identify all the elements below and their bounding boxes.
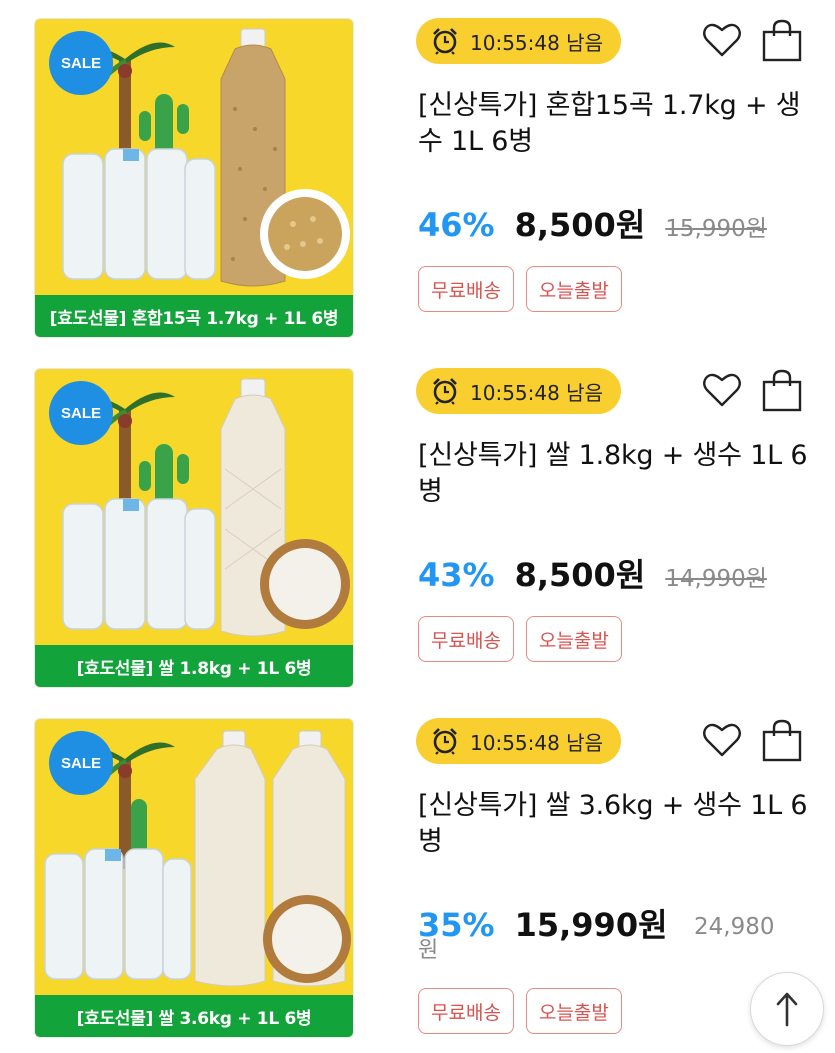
heart-icon[interactable] — [700, 368, 744, 412]
shopping-bag-icon[interactable] — [760, 18, 804, 62]
sale-badge: SALE — [49, 31, 113, 95]
sale-badge: SALE — [49, 381, 113, 445]
alarm-clock-icon — [433, 28, 457, 55]
alarm-clock-icon — [433, 378, 457, 405]
discount-rate: 43% — [418, 556, 495, 594]
tag-list: 무료배송 오늘출발 — [418, 988, 634, 1034]
product-card[interactable]: SALE [효도선물] 쌀 3.6kg + 1L 6병 10:55:48 남음 … — [0, 718, 835, 1053]
thumbnail-banner: [효도선물] 혼합15곡 1.7kg + 1L 6병 — [35, 295, 353, 337]
original-price-currency: 원 — [418, 938, 439, 963]
tag-free-shipping: 무료배송 — [418, 616, 514, 662]
tag-list: 무료배송 오늘출발 — [418, 616, 634, 662]
original-price: 14,990원 — [665, 566, 767, 592]
sale-price: 15,990원 — [514, 906, 668, 944]
price-row: 35% 15,990원 — [418, 900, 688, 946]
price-row: 46% 8,500원 15,990원 — [418, 200, 767, 246]
product-card[interactable]: SALE [효도선물] 혼합15곡 1.7kg + 1L 6병 10:55:48… — [0, 18, 835, 348]
timer-text: 10:55:48 남음 — [470, 380, 603, 405]
product-thumbnail[interactable]: SALE [효도선물] 쌀 3.6kg + 1L 6병 — [34, 718, 354, 1038]
product-title[interactable]: [신상특가] 쌀 1.8kg + 생수 1L 6병 — [418, 438, 813, 510]
sale-price: 8,500원 — [514, 206, 646, 244]
timer-text: 10:55:48 남음 — [470, 30, 603, 55]
original-price-amount: 24,980 — [694, 914, 775, 940]
original-price: 15,990원 — [665, 216, 767, 242]
shopping-bag-icon[interactable] — [760, 368, 804, 412]
heart-icon[interactable] — [700, 718, 744, 762]
thumbnail-banner: [효도선물] 쌀 1.8kg + 1L 6병 — [35, 645, 353, 687]
discount-rate: 46% — [418, 206, 495, 244]
sale-price: 8,500원 — [514, 556, 646, 594]
arrow-up-icon — [776, 992, 798, 1027]
tag-ships-today: 오늘출발 — [525, 988, 622, 1034]
tag-free-shipping: 무료배송 — [418, 266, 514, 312]
product-thumbnail[interactable]: SALE [효도선물] 혼합15곡 1.7kg + 1L 6병 — [34, 18, 354, 338]
product-title[interactable]: [신상특가] 혼합15곡 1.7kg + 생수 1L 6병 — [418, 88, 813, 160]
countdown-timer: 10:55:48 남음 — [416, 718, 621, 764]
sale-badge: SALE — [49, 731, 113, 795]
original-price-unit: 원 — [418, 932, 438, 964]
countdown-timer: 10:55:48 남음 — [416, 368, 621, 414]
original-price: 24,980 — [694, 914, 774, 940]
countdown-timer: 10:55:48 남음 — [416, 18, 621, 64]
heart-icon[interactable] — [700, 18, 744, 62]
tag-ships-today: 오늘출발 — [525, 266, 622, 312]
scroll-to-top-button[interactable] — [750, 972, 824, 1046]
timer-text: 10:55:48 남음 — [470, 730, 603, 755]
tag-list: 무료배송 오늘출발 — [418, 266, 634, 312]
product-title[interactable]: [신상특가] 쌀 3.6kg + 생수 1L 6병 — [418, 788, 813, 860]
alarm-clock-icon — [433, 728, 457, 755]
product-card[interactable]: SALE [효도선물] 쌀 1.8kg + 1L 6병 10:55:48 남음 … — [0, 368, 835, 698]
shopping-bag-icon[interactable] — [760, 718, 804, 762]
tag-free-shipping: 무료배송 — [418, 988, 514, 1034]
product-thumbnail[interactable]: SALE [효도선물] 쌀 1.8kg + 1L 6병 — [34, 368, 354, 688]
thumbnail-banner: [효도선물] 쌀 3.6kg + 1L 6병 — [35, 995, 353, 1037]
tag-ships-today: 오늘출발 — [525, 616, 622, 662]
price-row: 43% 8,500원 14,990원 — [418, 550, 767, 596]
